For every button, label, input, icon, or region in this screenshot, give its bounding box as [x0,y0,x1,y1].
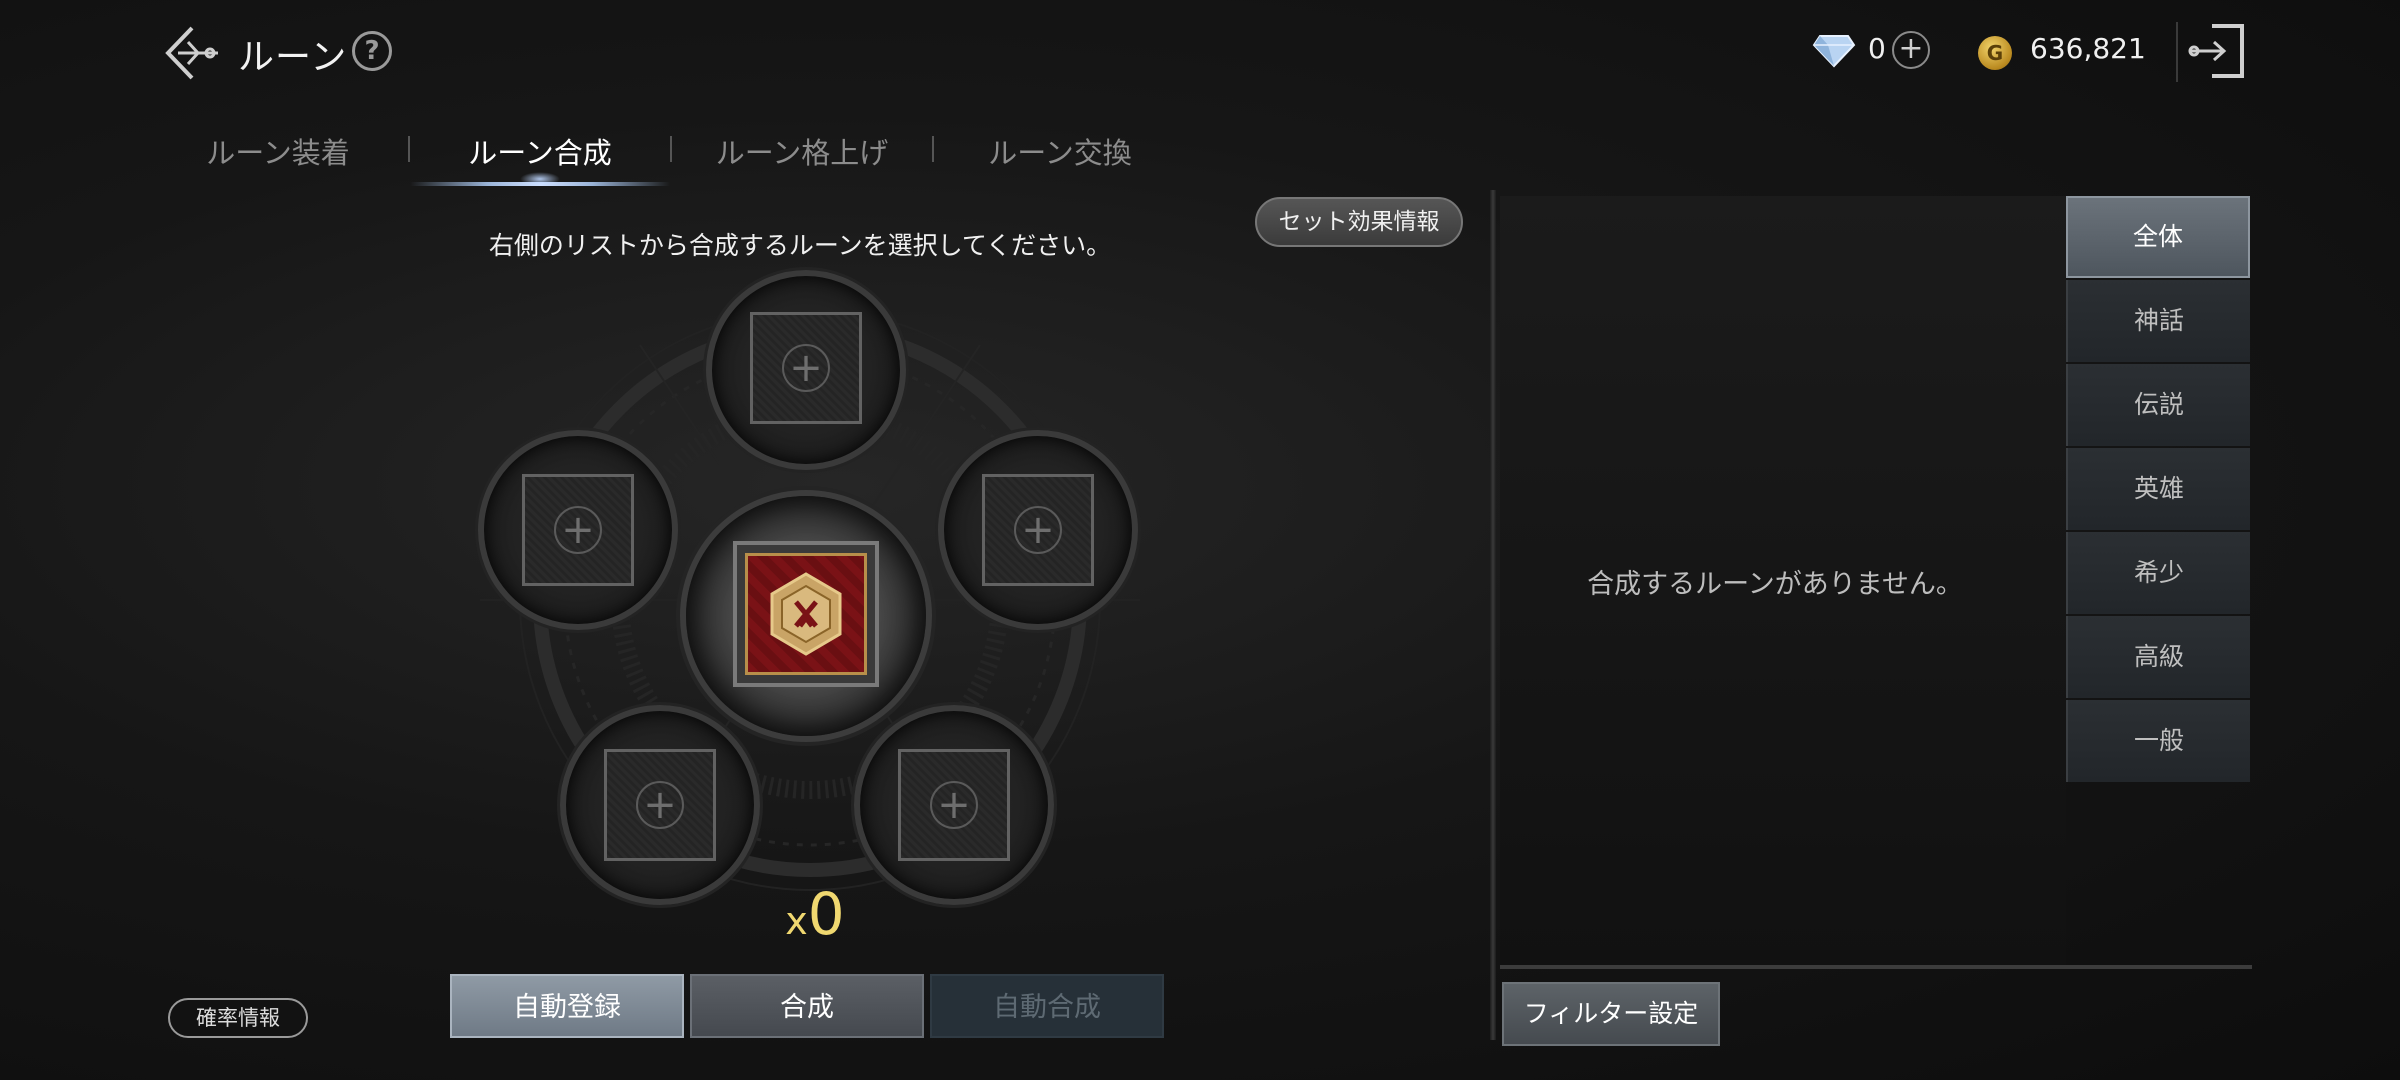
tab-rune-exchange[interactable]: ルーン交換 [930,130,1190,172]
filter-settings-button[interactable]: フィルター設定 [1502,982,1720,1046]
add-icon[interactable]: + [782,344,830,392]
auto-synthesize-button[interactable]: 自動合成 [930,974,1164,1038]
add-icon[interactable]: + [1014,506,1062,554]
filter-advanced[interactable]: 高級 [2066,616,2250,698]
add-gem-button[interactable]: + [1892,31,1930,69]
gold-coin-icon: G [1978,36,2012,70]
filter-rare[interactable]: 希少 [2066,532,2250,614]
multiplier-value: 0 [807,880,845,948]
tab-rune-equip[interactable]: ルーン装着 [148,130,408,172]
page-title: ルーン [238,37,348,78]
gem-count: 0 [1868,32,1886,65]
add-icon[interactable]: + [930,781,978,829]
grade-filter-list: 全体 神話 伝説 英雄 希少 高級 一般 [2066,196,2250,784]
filter-mythic[interactable]: 神話 [2066,280,2250,362]
header-divider [2176,22,2178,82]
empty-list-message: 合成するルーンがありません。 [1587,569,1963,600]
diamond-icon [1812,35,1856,68]
rune-emblem-icon [770,572,842,656]
tab-rune-synthesis[interactable]: ルーン合成 [410,130,670,172]
tab-rune-upgrade[interactable]: ルーン格上げ [672,130,932,172]
set-effect-info-button[interactable]: セット効果情報 [1255,197,1463,247]
filter-legendary[interactable]: 伝説 [2066,364,2250,446]
help-icon[interactable]: ? [352,31,392,71]
filter-heroic[interactable]: 英雄 [2066,448,2250,530]
multiplier-x: x [785,899,808,943]
active-tab-glow [520,172,560,186]
probability-info-button[interactable]: 確率情報 [168,998,308,1038]
panel-divider [1490,190,1496,1040]
panel-bottom-divider [1500,965,2252,969]
auto-register-button[interactable]: 自動登録 [450,974,684,1038]
gold-count: 636,821 [2030,32,2146,65]
filter-common[interactable]: 一般 [2066,700,2250,782]
synthesize-button[interactable]: 合成 [690,974,924,1038]
filter-all[interactable]: 全体 [2066,196,2250,278]
synthesis-count: x0 [770,880,860,948]
add-icon[interactable]: + [636,781,684,829]
back-icon[interactable] [162,22,224,84]
exit-icon[interactable] [2184,18,2250,84]
add-icon[interactable]: + [554,506,602,554]
